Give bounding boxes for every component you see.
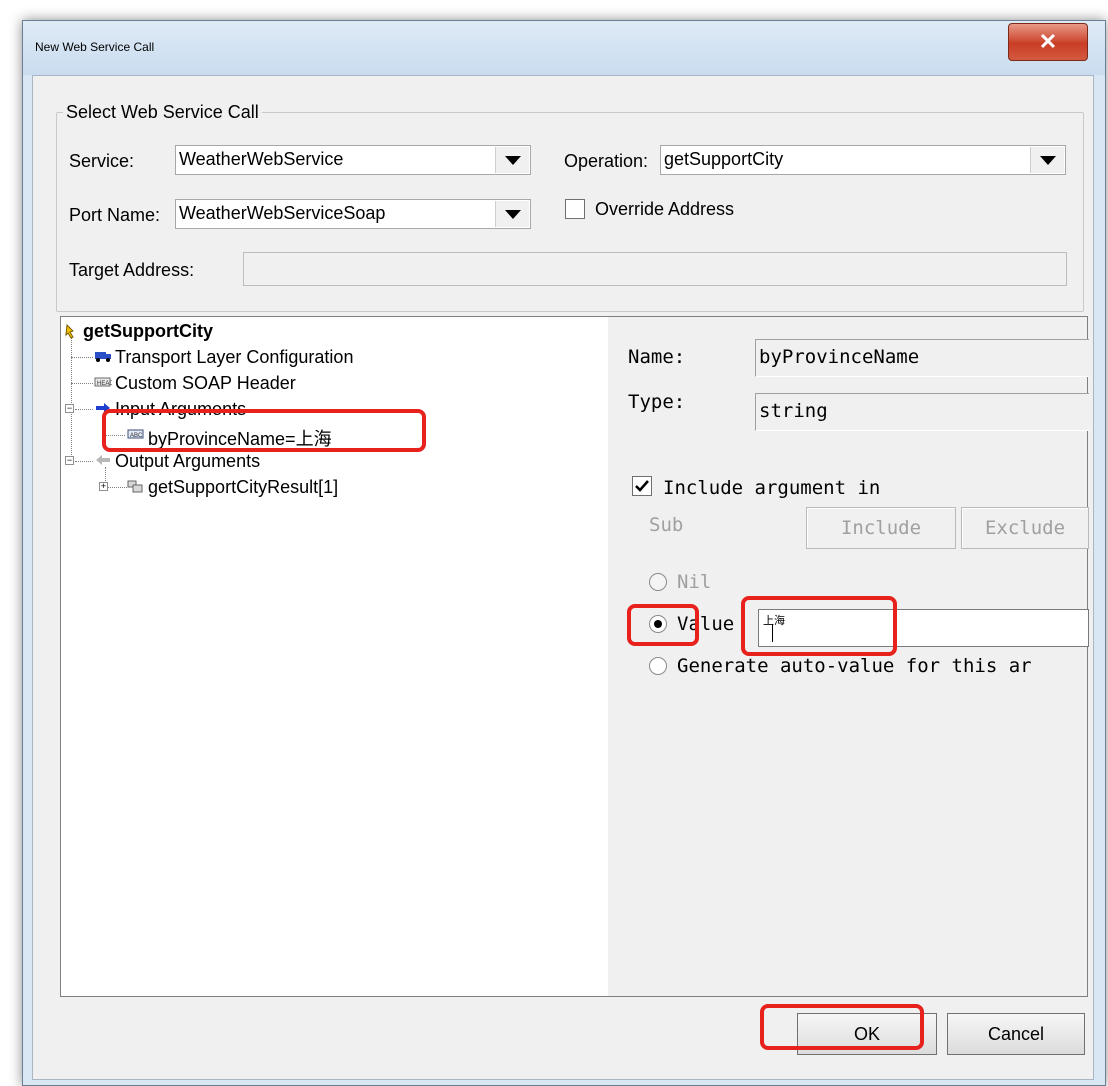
service-value: WeatherWebService [179, 149, 344, 169]
nil-radio[interactable] [649, 573, 667, 591]
include-argument-checkbox[interactable] [632, 476, 652, 496]
port-name-value: WeatherWebServiceSoap [179, 203, 386, 223]
array-icon [127, 479, 143, 493]
include-argument-label[interactable]: Include argument in [663, 477, 880, 499]
operation-label: Operation: [564, 151, 649, 171]
override-address-label[interactable]: Override Address [595, 199, 734, 220]
transport-icon [94, 349, 111, 363]
collapse-output-icon[interactable]: − [65, 456, 74, 465]
tree-item-output-arguments[interactable]: Output Arguments [115, 451, 260, 472]
tree-connector [71, 337, 72, 463]
port-name-dropdown-button[interactable] [495, 201, 529, 227]
tree-connector [105, 487, 127, 488]
tree-root-getsupportcity[interactable]: getSupportCity [83, 321, 213, 342]
service-combo[interactable]: WeatherWebService [175, 145, 531, 175]
override-address-checkbox[interactable] [565, 199, 585, 219]
expand-result-icon[interactable]: + [99, 482, 108, 491]
dialog-window: New Web Service Call ✕ Select Web Servic… [22, 20, 1106, 1086]
nil-label: Nil [677, 571, 712, 593]
svg-text:HEAD: HEAD [97, 381, 112, 387]
tree-connector [71, 383, 93, 384]
collapse-input-icon[interactable]: − [65, 404, 74, 413]
tree-item-getsupportcityresult[interactable]: getSupportCityResult[1] [148, 477, 338, 498]
annotation-highlight-value-input [741, 596, 897, 656]
target-address-input[interactable] [243, 252, 1067, 286]
auto-value-label: Generate auto-value for this ar [677, 655, 1032, 677]
target-address-label: Target Address: [69, 260, 195, 280]
tree-connector [75, 409, 93, 410]
cancel-button[interactable]: Cancel [947, 1013, 1085, 1055]
annotation-highlight-value-radio [627, 604, 699, 646]
auto-value-radio[interactable] [649, 657, 667, 675]
output-arrow-icon [94, 453, 110, 467]
annotation-highlight-tree-item [102, 409, 426, 452]
operation-dropdown-button[interactable] [1030, 147, 1064, 173]
type-value: string [759, 400, 828, 422]
tree-item-transport[interactable]: Transport Layer Configuration [115, 347, 353, 368]
operation-combo[interactable]: getSupportCity [660, 145, 1066, 175]
name-label: Name: [628, 346, 686, 368]
port-name-label: Port Name: [69, 205, 161, 225]
close-icon: ✕ [1038, 29, 1058, 54]
close-button[interactable]: ✕ [1008, 23, 1088, 61]
dialog-client-area: Select Web Service Call Service: Weather… [32, 75, 1094, 1080]
tree-connector [75, 461, 93, 462]
operation-icon [64, 323, 80, 339]
tree-item-soap-header[interactable]: Custom SOAP Header [115, 373, 296, 394]
service-label: Service: [69, 151, 135, 171]
tree-connector [71, 357, 93, 358]
header-icon: HEAD [94, 375, 114, 389]
group-legend: Select Web Service Call [63, 102, 262, 123]
chevron-down-icon [505, 210, 521, 219]
name-field[interactable]: byProvinceName [755, 339, 1089, 377]
chevron-down-icon [505, 156, 521, 165]
operation-value: getSupportCity [664, 149, 784, 169]
exclude-button[interactable]: Exclude [961, 507, 1089, 549]
title-bar[interactable]: New Web Service Call ✕ [23, 21, 1105, 75]
include-button[interactable]: Include [806, 507, 956, 549]
argument-details-panel: Name: byProvinceName Type: string Includ… [608, 316, 1089, 997]
window-title: New Web Service Call [35, 40, 155, 54]
sub-label: Sub [649, 514, 684, 536]
annotation-highlight-ok-button [760, 1004, 924, 1050]
type-label: Type: [628, 391, 686, 413]
service-dropdown-button[interactable] [495, 147, 529, 173]
port-name-combo[interactable]: WeatherWebServiceSoap [175, 199, 531, 229]
checkmark-icon [635, 480, 649, 492]
chevron-down-icon [1040, 156, 1056, 165]
name-value: byProvinceName [759, 346, 920, 368]
type-field[interactable]: string [755, 393, 1089, 431]
